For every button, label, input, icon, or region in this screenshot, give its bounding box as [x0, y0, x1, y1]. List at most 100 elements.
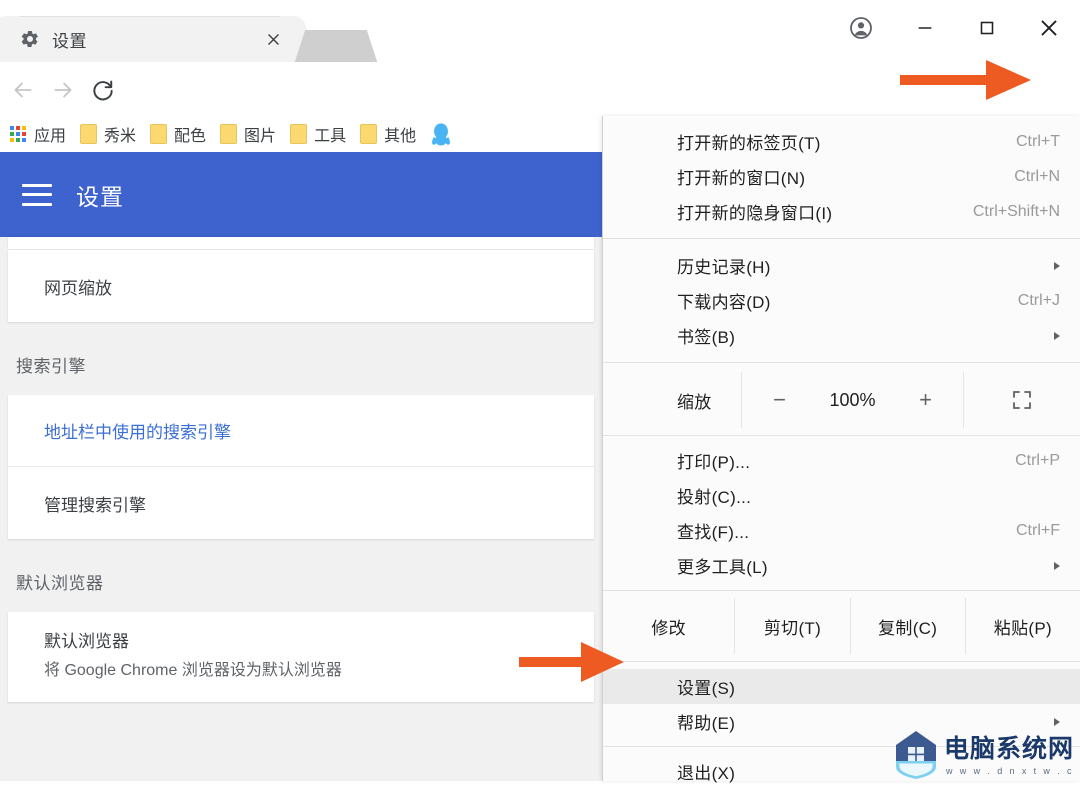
window-controls [828, 0, 1080, 56]
menu-item-shortcut: Ctrl+J [1017, 291, 1060, 309]
menu-item-copy[interactable]: 复制(C) [851, 598, 966, 654]
menu-item-downloads[interactable]: 下载内容(D) Ctrl+J [603, 283, 1080, 318]
menu-item-history[interactable]: 历史记录(H) [603, 248, 1080, 283]
menu-item-label: 设置(S) [677, 679, 736, 698]
title-bar: 设置 [0, 0, 1080, 62]
profile-avatar-icon[interactable] [828, 0, 894, 56]
menu-item-new-tab[interactable]: 打开新的标签页(T) Ctrl+T [603, 124, 1080, 159]
back-arrow-icon[interactable] [4, 71, 42, 109]
menu-item-find[interactable]: 查找(F)... Ctrl+F [603, 513, 1080, 548]
menu-zoom-row: 缩放 − 100% + [603, 372, 1080, 428]
maximize-button[interactable] [956, 0, 1018, 56]
zoom-in-button[interactable]: + [916, 387, 936, 413]
reload-icon[interactable] [84, 71, 122, 109]
tab-title: 设置 [52, 31, 87, 51]
tab-close-button[interactable] [262, 28, 284, 50]
qq-penguin-icon [430, 121, 452, 147]
forward-arrow-icon[interactable] [44, 71, 82, 109]
new-tab-placeholder[interactable] [310, 30, 362, 62]
browser-toolbar: Chrome chrome://settings [0, 62, 1080, 173]
menu-item-new-incognito-window[interactable]: 打开新的隐身窗口(I) Ctrl+Shift+N [603, 194, 1080, 229]
menu-item-shortcut: Ctrl+T [1016, 132, 1060, 150]
folder-icon [220, 124, 238, 144]
menu-item-cast[interactable]: 投射(C)... [603, 478, 1080, 513]
settings-row-default-browser[interactable]: 默认浏览器 将 Google Chrome 浏览器设为默认浏览器 [8, 612, 594, 702]
bookmark-apps[interactable]: 应用 [0, 120, 73, 148]
section-title-default-browser: 默认浏览器 [16, 574, 104, 593]
bookmark-qq[interactable] [423, 120, 459, 148]
house-shield-logo-icon [896, 731, 936, 779]
settings-card-appearance: 网页缩放 [8, 250, 594, 322]
menu-separator [603, 362, 1080, 363]
row-label: 网页缩放 [44, 278, 112, 298]
menu-item-label: 历史记录(H) [677, 258, 771, 277]
chrome-main-menu: 打开新的标签页(T) Ctrl+T 打开新的窗口(N) Ctrl+N 打开新的隐… [602, 116, 1080, 783]
row-title: 默认浏览器 [44, 632, 129, 651]
menu-item-shortcut: Ctrl+F [1016, 521, 1060, 539]
zoom-level-value: 100% [829, 389, 876, 410]
settings-card-search-engine: 地址栏中使用的搜索引擎 管理搜索引擎 [8, 395, 594, 539]
row-label: 地址栏中使用的搜索引擎 [44, 423, 231, 442]
settings-page-title: 设置 [76, 183, 124, 210]
row-label: 管理搜索引擎 [44, 495, 146, 515]
svg-text:电脑系统网: 电脑系统网 [944, 734, 1074, 763]
bookmark-label: 其他 [384, 128, 417, 145]
menu-item-cut[interactable]: 剪切(T) [735, 598, 851, 654]
menu-item-label: 打开新的标签页(T) [677, 134, 821, 153]
menu-item-label: 投射(C)... [677, 488, 752, 507]
bookmark-folder-tupian[interactable]: 图片 [213, 120, 283, 148]
menu-item-shortcut: Ctrl+Shift+N [972, 202, 1060, 220]
bookmark-folder-xiumi[interactable]: 秀米 [73, 120, 143, 148]
folder-icon [80, 124, 98, 144]
folder-icon [360, 124, 378, 144]
bookmark-folder-peise[interactable]: 配色 [143, 120, 213, 148]
settings-card-partial [8, 237, 594, 250]
menu-item-label: 书签(B) [677, 328, 736, 347]
apps-grid-icon [10, 126, 26, 142]
folder-icon [150, 124, 168, 144]
bookmark-label: 应用 [34, 128, 67, 145]
folder-icon [290, 124, 308, 144]
settings-row-manage-search-engines[interactable]: 管理搜索引擎 [8, 467, 594, 539]
bookmark-label: 图片 [244, 128, 277, 145]
menu-item-new-window[interactable]: 打开新的窗口(N) Ctrl+N [603, 159, 1080, 194]
browser-tab-settings[interactable]: 设置 [4, 16, 296, 62]
settings-row-page-zoom[interactable]: 网页缩放 [8, 250, 594, 322]
menu-separator [603, 435, 1080, 436]
fullscreen-icon[interactable] [964, 372, 1080, 428]
zoom-out-button[interactable]: − [770, 387, 790, 413]
menu-item-print[interactable]: 打印(P)... Ctrl+P [603, 443, 1080, 478]
menu-item-label: 打开新的隐身窗口(I) [677, 204, 833, 223]
menu-item-label: 更多工具(L) [677, 558, 768, 577]
edit-label: 修改 [603, 598, 736, 654]
chevron-right-icon [1054, 717, 1060, 726]
bookmark-label: 配色 [174, 128, 207, 145]
menu-item-shortcut: Ctrl+N [1014, 167, 1060, 185]
menu-separator [603, 590, 1080, 591]
chevron-right-icon [1054, 561, 1060, 570]
bookmark-label: 秀米 [104, 128, 137, 145]
settings-card-default-browser: 默认浏览器 将 Google Chrome 浏览器设为默认浏览器 [8, 612, 594, 703]
hamburger-icon[interactable] [22, 183, 52, 206]
minimize-button[interactable] [894, 0, 956, 56]
svg-text:w w w . d n x t w . c o m: w w w . d n x t w . c o m [945, 766, 1078, 776]
bookmark-label: 工具 [314, 128, 347, 145]
bookmark-folder-qita[interactable]: 其他 [353, 120, 423, 148]
menu-item-more-tools[interactable]: 更多工具(L) [603, 548, 1080, 583]
menu-item-bookmarks[interactable]: 书签(B) [603, 318, 1080, 353]
bookmark-folder-gongju[interactable]: 工具 [283, 120, 353, 148]
settings-row-address-bar-engine[interactable]: 地址栏中使用的搜索引擎 [8, 395, 594, 467]
menu-separator [603, 238, 1080, 239]
menu-item-label: 打开新的窗口(N) [677, 169, 806, 188]
menu-item-paste[interactable]: 粘贴(P) [966, 598, 1080, 654]
section-title-search-engine: 搜索引擎 [16, 357, 86, 376]
menu-item-shortcut: Ctrl+P [1015, 451, 1060, 469]
menu-edit-row: 修改 剪切(T) 复制(C) 粘贴(P) [603, 598, 1080, 654]
chevron-right-icon [1054, 261, 1060, 270]
menu-item-settings[interactable]: 设置(S) [603, 669, 1080, 704]
menu-item-label: 打印(P)... [677, 453, 751, 472]
settings-content: 网页缩放 搜索引擎 地址栏中使用的搜索引擎 管理搜索引擎 默认浏览器 默认浏览器… [0, 237, 602, 781]
menu-item-label: 下载内容(D) [677, 293, 771, 312]
close-button[interactable] [1018, 0, 1080, 56]
gear-icon [20, 29, 40, 49]
